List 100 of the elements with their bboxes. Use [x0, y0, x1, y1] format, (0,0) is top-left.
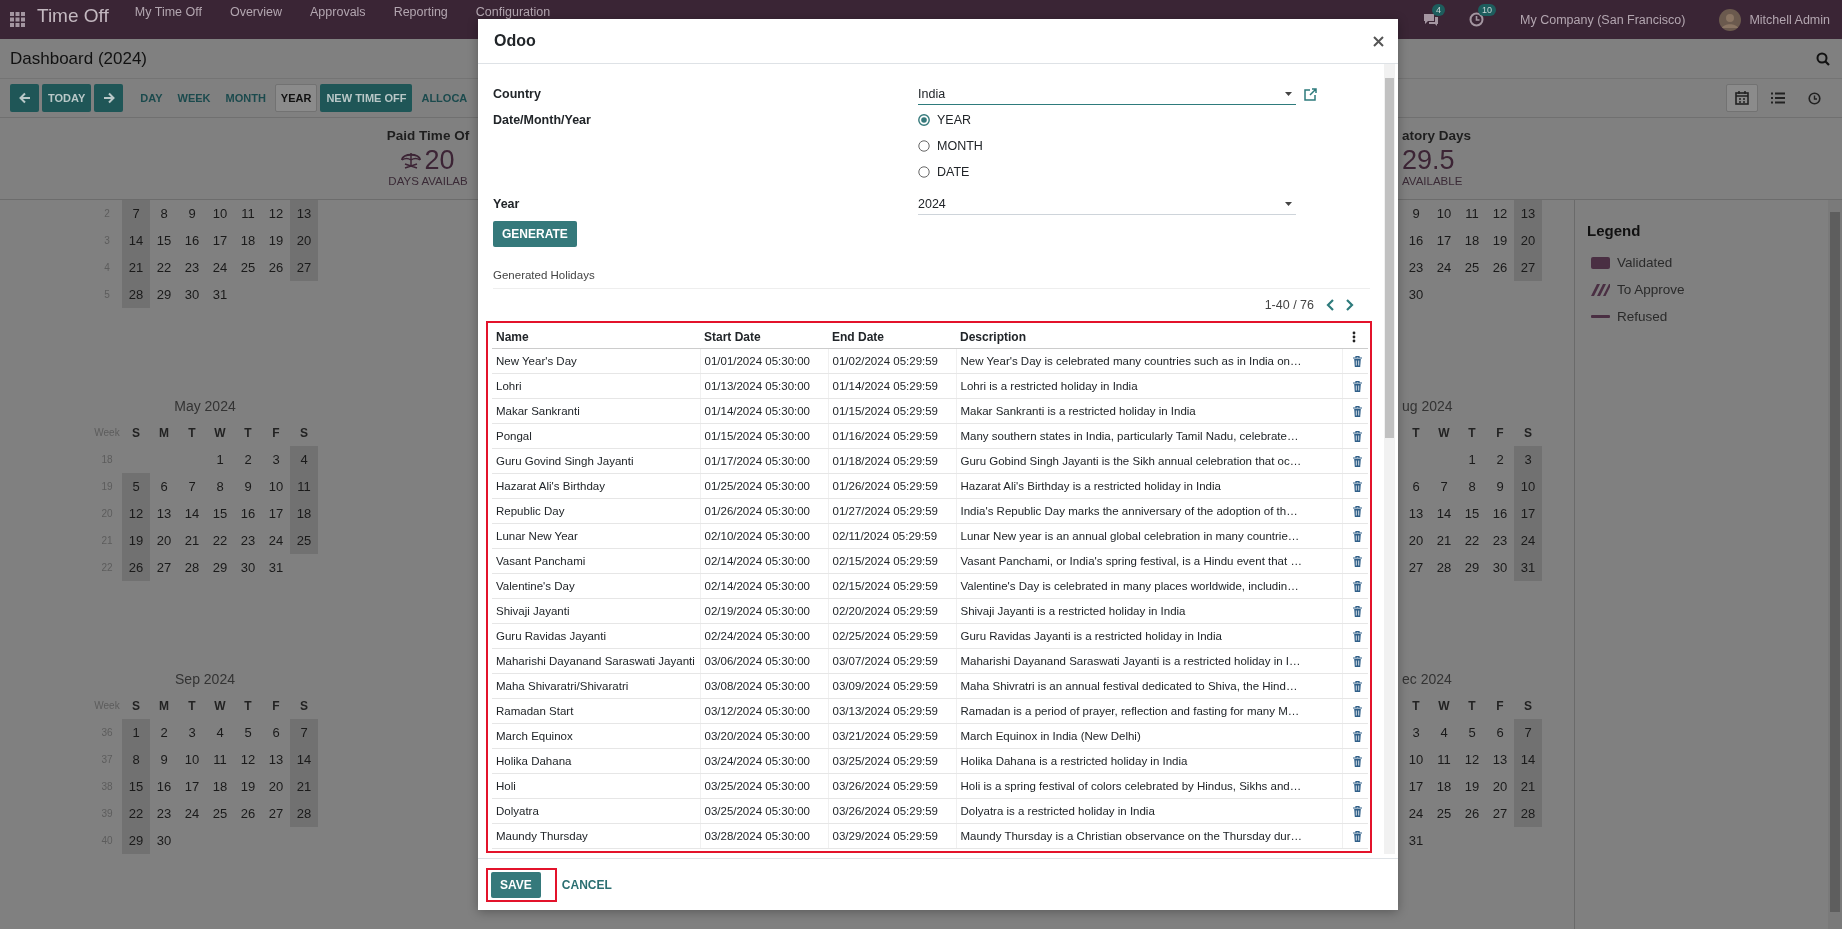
calendar-day[interactable]: 28 [178, 554, 206, 581]
trash-icon[interactable] [1352, 780, 1362, 792]
trash-icon[interactable] [1352, 530, 1362, 542]
calendar-day[interactable]: 28 [1514, 800, 1542, 827]
calendar-day[interactable]: 2 [234, 446, 262, 473]
cancel-button[interactable]: CANCEL [558, 877, 615, 892]
calendar-day[interactable]: 24 [1430, 254, 1458, 281]
calendar-day[interactable]: 14 [122, 227, 150, 254]
calendar-day[interactable]: 24 [178, 800, 206, 827]
calendar-day[interactable]: 12 [234, 746, 262, 773]
scale-tab[interactable]: WEEK [171, 84, 217, 112]
calendar-day[interactable]: 26 [262, 254, 290, 281]
calendar-day[interactable]: 10 [178, 746, 206, 773]
calendar-day[interactable]: 7 [178, 473, 206, 500]
menu-item[interactable]: Reporting [393, 5, 448, 19]
scrollbar[interactable] [1384, 64, 1395, 854]
clock-icon[interactable] [1469, 12, 1485, 27]
radio-button[interactable] [918, 166, 930, 178]
calendar-day[interactable]: 7 [122, 200, 150, 227]
chevron-right-icon[interactable] [1346, 299, 1354, 311]
calendar-day[interactable]: 26 [1458, 800, 1486, 827]
calendar-day[interactable]: 16 [178, 227, 206, 254]
calendar-day[interactable]: 31 [1514, 554, 1542, 581]
calendar-day[interactable]: 12 [262, 200, 290, 227]
calendar-day[interactable]: 21 [122, 254, 150, 281]
calendar-day[interactable]: 17 [178, 773, 206, 800]
calendar-day[interactable]: 16 [234, 500, 262, 527]
today-button[interactable]: TODAY [42, 84, 92, 112]
calendar-day[interactable]: 3 [1402, 719, 1430, 746]
calendar-day[interactable]: 3 [1514, 446, 1542, 473]
calendar-day[interactable]: 22 [1458, 527, 1486, 554]
calendar-day[interactable]: 2 [150, 719, 178, 746]
calendar-day[interactable]: 23 [234, 527, 262, 554]
country-field[interactable]: India [918, 83, 1296, 105]
more-options-icon[interactable] [1352, 330, 1356, 343]
calendar-day[interactable]: 12 [122, 500, 150, 527]
calendar-day[interactable]: 7 [290, 719, 318, 746]
next-button[interactable] [94, 84, 124, 112]
calendar-day[interactable]: 1 [206, 446, 234, 473]
calendar-day[interactable]: 25 [234, 254, 262, 281]
calendar-day[interactable]: 28 [122, 281, 150, 308]
calendar-day[interactable]: 10 [1514, 473, 1542, 500]
calendar-day[interactable]: 13 [150, 500, 178, 527]
calendar-day[interactable]: 20 [1402, 527, 1430, 554]
calendar-day[interactable]: 8 [206, 473, 234, 500]
calendar-day[interactable]: 8 [150, 200, 178, 227]
calendar-day[interactable]: 17 [1514, 500, 1542, 527]
radio-button[interactable] [918, 140, 930, 152]
calendar-day[interactable]: 22 [150, 254, 178, 281]
calendar-day[interactable]: 11 [1458, 200, 1486, 227]
column-header[interactable]: End Date [828, 325, 956, 349]
calendar-day[interactable]: 29 [150, 281, 178, 308]
calendar-day[interactable]: 13 [1402, 500, 1430, 527]
calendar-day[interactable]: 9 [1486, 473, 1514, 500]
calendar-day[interactable]: 30 [1486, 554, 1514, 581]
calendar-day[interactable]: 13 [290, 200, 318, 227]
menu-item[interactable]: Configuration [475, 5, 551, 19]
calendar-day[interactable]: 4 [206, 719, 234, 746]
calendar-day[interactable]: 29 [1458, 554, 1486, 581]
calendar-day[interactable]: 12 [1486, 200, 1514, 227]
calendar-day[interactable]: 17 [262, 500, 290, 527]
calendar-day[interactable]: 16 [1486, 500, 1514, 527]
calendar-day[interactable]: 24 [1514, 527, 1542, 554]
new-time-off-button[interactable]: NEW TIME OFF [320, 84, 413, 112]
calendar-day[interactable]: 23 [150, 800, 178, 827]
chat-icon[interactable] [1423, 12, 1440, 27]
allocate-button[interactable]: ALLOCA [415, 84, 474, 112]
external-link-icon[interactable] [1304, 87, 1317, 101]
calendar-day[interactable]: 9 [178, 200, 206, 227]
calendar-day[interactable]: 29 [206, 554, 234, 581]
calendar-day[interactable]: 19 [234, 773, 262, 800]
view-switch-button[interactable] [1726, 84, 1758, 112]
calendar-day[interactable]: 11 [290, 473, 318, 500]
calendar-day[interactable]: 5 [122, 473, 150, 500]
calendar-day[interactable]: 23 [1486, 527, 1514, 554]
search-icon[interactable] [1816, 51, 1830, 66]
calendar-day[interactable]: 17 [1402, 773, 1430, 800]
calendar-day[interactable]: 20 [262, 773, 290, 800]
apps-menu-icon[interactable] [10, 12, 25, 27]
calendar-day[interactable]: 21 [178, 527, 206, 554]
calendar-day[interactable]: 16 [1402, 227, 1430, 254]
radio-label[interactable]: YEAR [937, 113, 972, 127]
trash-icon[interactable] [1352, 455, 1362, 467]
calendar-day[interactable]: 11 [206, 746, 234, 773]
calendar-day[interactable]: 22 [122, 800, 150, 827]
avatar[interactable] [1719, 8, 1742, 31]
calendar-day[interactable]: 19 [1458, 773, 1486, 800]
calendar-day[interactable]: 26 [234, 800, 262, 827]
calendar-day[interactable]: 20 [1486, 773, 1514, 800]
scale-tab[interactable]: MONTH [219, 84, 272, 112]
trash-icon[interactable] [1352, 480, 1362, 492]
calendar-day[interactable]: 4 [1430, 719, 1458, 746]
calendar-day[interactable]: 10 [262, 473, 290, 500]
calendar-day[interactable]: 9 [150, 746, 178, 773]
calendar-day[interactable]: 19 [262, 227, 290, 254]
calendar-day[interactable]: 26 [122, 554, 150, 581]
trash-icon[interactable] [1352, 830, 1362, 842]
calendar-day[interactable]: 23 [1402, 254, 1430, 281]
scrollbar[interactable] [1828, 200, 1842, 929]
trash-icon[interactable] [1352, 680, 1362, 692]
